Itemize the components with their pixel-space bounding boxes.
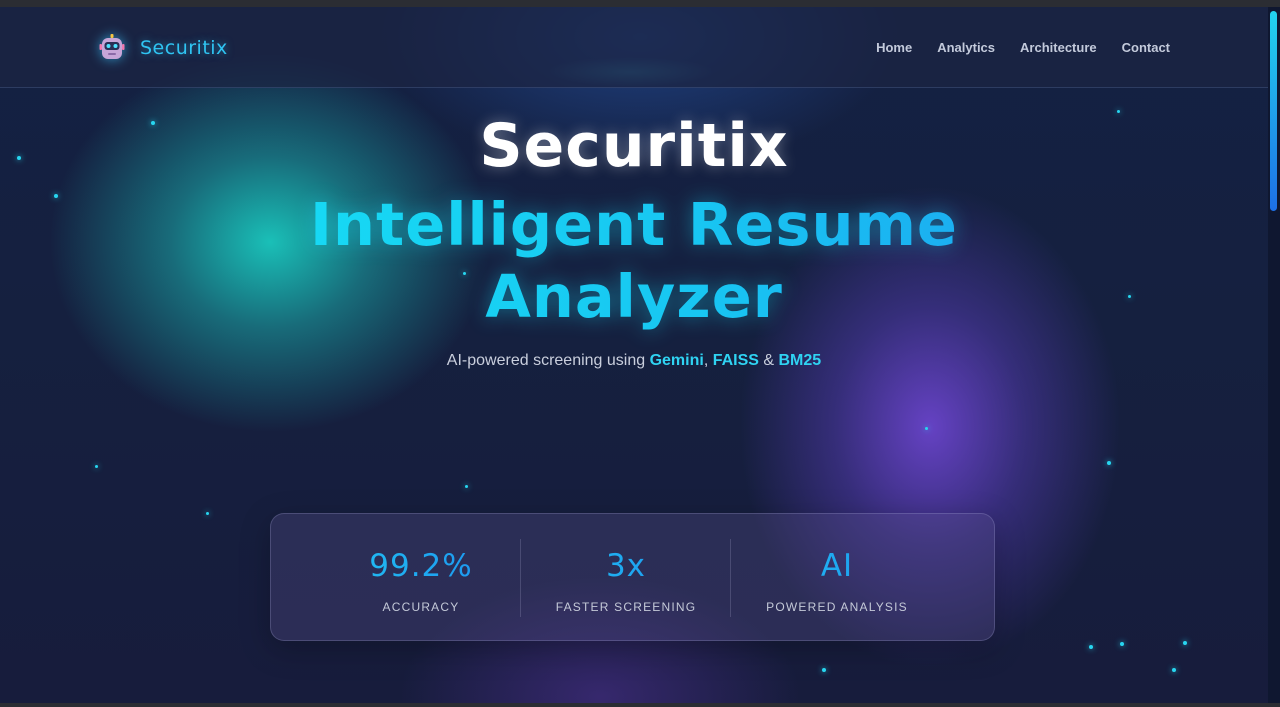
- tagline-separator-1: ,: [703, 352, 713, 369]
- particle-dot: [1172, 668, 1176, 672]
- nav-links: Home Analytics Architecture Contact: [876, 40, 1170, 55]
- brand-logo-link[interactable]: Securitix: [97, 33, 228, 63]
- tagline-separator-2: &: [758, 352, 779, 369]
- particle-dot: [206, 512, 209, 515]
- stat-label: ACCURACY: [382, 600, 460, 614]
- stat-speed: 3x FASTER SCREENING: [526, 514, 726, 642]
- particle-dot: [925, 427, 928, 430]
- particle-dot: [17, 156, 21, 160]
- stat-label: FASTER SCREENING: [555, 600, 697, 614]
- stat-ai: AI POWERED ANALYSIS: [737, 514, 937, 642]
- stat-value: 99.2%: [311, 548, 531, 584]
- brand-name: Securitix: [140, 37, 228, 59]
- particle-dot: [1089, 645, 1093, 649]
- particle-dot: [463, 272, 466, 275]
- stat-divider: [520, 539, 521, 617]
- particle-dot: [1120, 642, 1124, 646]
- stat-accuracy: 99.2% ACCURACY: [311, 514, 531, 642]
- nav-link-analytics[interactable]: Analytics: [937, 40, 995, 55]
- particle-dot: [1128, 295, 1131, 298]
- particle-dot: [54, 194, 58, 198]
- stat-value: 3x: [526, 548, 726, 584]
- tagline-tech-faiss: FAISS: [712, 352, 759, 369]
- particle-dot: [1117, 110, 1120, 113]
- particle-dot: [95, 465, 98, 468]
- nav-link-architecture[interactable]: Architecture: [1020, 40, 1097, 55]
- hero-subtitle-line-1: Intelligent Resume: [310, 190, 958, 259]
- hero-tagline: AI-powered screening using Gemini, FAISS…: [0, 352, 1268, 370]
- tagline-tech-gemini: Gemini: [649, 352, 704, 369]
- tagline-tech-bm25: BM25: [778, 352, 822, 369]
- stat-value: AI: [737, 548, 937, 584]
- particle-dot: [822, 668, 826, 672]
- stat-divider: [730, 539, 731, 617]
- robot-icon: [97, 33, 127, 63]
- nav-link-contact[interactable]: Contact: [1122, 40, 1170, 55]
- tagline-prefix: AI-powered screening using: [446, 352, 650, 369]
- hero-subtitle: Intelligent Resume Analyzer: [0, 189, 1268, 333]
- hero-subtitle-line-2: Analyzer: [485, 262, 783, 331]
- particle-dot: [1107, 461, 1111, 465]
- hero-viewport: Securitix Home Analytics Architecture Co…: [0, 7, 1268, 703]
- particle-dot: [465, 485, 468, 488]
- particle-dot: [1183, 641, 1187, 645]
- stats-card: 99.2% ACCURACY 3x FASTER SCREENING AI PO…: [270, 513, 995, 641]
- particle-dot: [151, 121, 155, 125]
- scrollbar-thumb[interactable]: [1270, 11, 1277, 211]
- hero-title: Securitix: [479, 111, 789, 181]
- page-scrollbar[interactable]: [1268, 7, 1280, 703]
- nav-link-home[interactable]: Home: [876, 40, 912, 55]
- navbar: Securitix Home Analytics Architecture Co…: [0, 7, 1268, 88]
- stat-label: POWERED ANALYSIS: [766, 600, 908, 614]
